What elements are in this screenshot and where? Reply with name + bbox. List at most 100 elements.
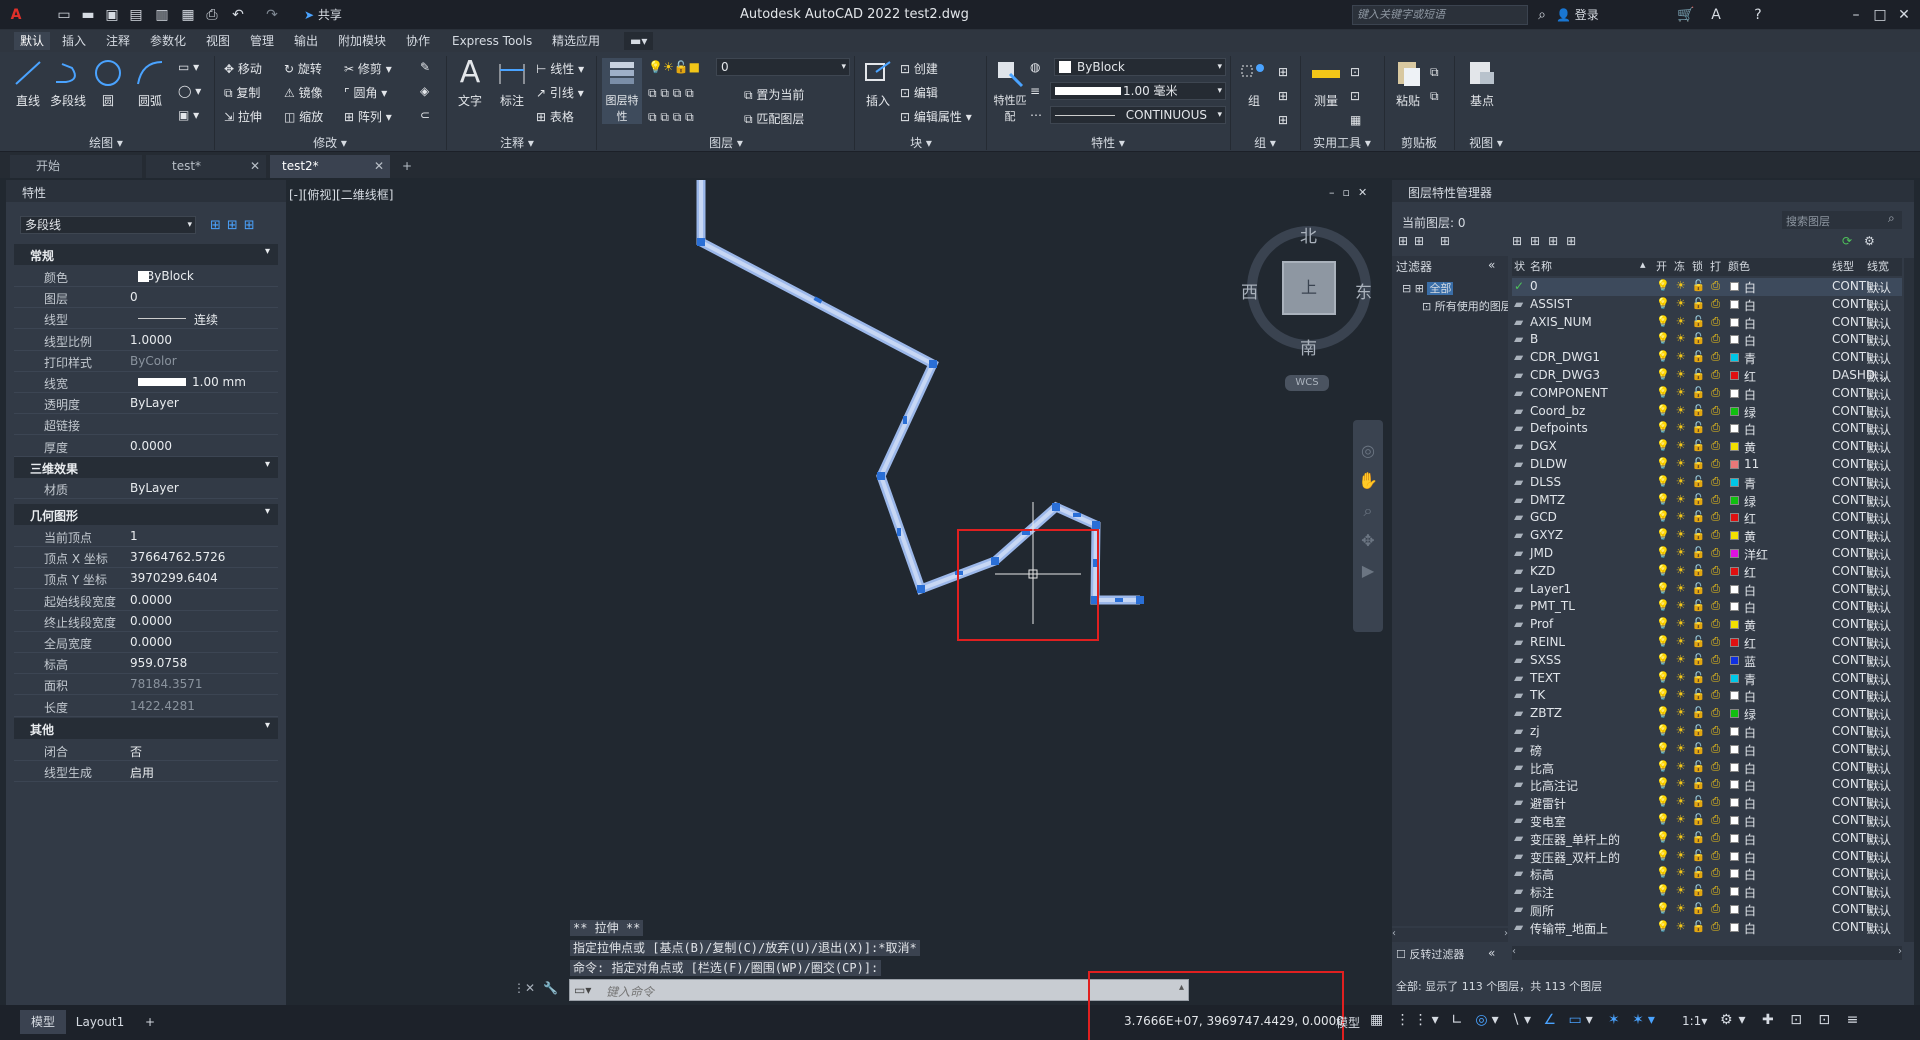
app-menu-icon[interactable]: A [6,5,26,25]
tab-annotate[interactable]: 注释 [100,32,136,50]
layer-lineweight[interactable]: 默认 [1867,724,1891,741]
layer-row[interactable]: ▰ 变电室 💡☀🔓⎙ 白 CONTI... 默认 [1512,812,1902,830]
property-value[interactable]: 1.0000 [130,333,172,347]
tab-more-icon[interactable]: ▬▾ [624,32,654,50]
layer-state-icons[interactable]: 💡☀🔓⎙ [1656,635,1726,649]
layer-state-icons[interactable]: 💡☀🔓⎙ [1656,902,1726,916]
layer-lineweight[interactable]: 默认 [1867,332,1891,349]
drawing-viewport[interactable]: [-][俯视][二维线框] –▫✕ 上 北 南 东 西 WCS ◎ ✋ ⌕ ✥ ▶ **… [289,180,1390,1005]
properties-panel-label[interactable]: 特性 ▾ [988,134,1228,150]
layer-name[interactable]: 标高 [1530,866,1554,883]
layer-row[interactable]: ✓ 0 💡☀🔓⎙ 白 CONTI... 默认 [1512,278,1902,296]
layer-state-icons[interactable]: 💡☀🔓⎙ [1656,777,1726,791]
property-row[interactable]: 线宽 1.00 mm [14,372,278,393]
layer-lineweight[interactable]: 默认 [1867,493,1891,510]
layer-state-icons[interactable]: 💡☀🔓⎙ [1656,315,1726,329]
layer-name[interactable]: JMD [1530,546,1553,560]
grip-points[interactable] [697,238,1144,604]
layer-state-icons[interactable]: 💡☀🔓⎙ [1656,493,1726,507]
property-value[interactable]: 3970299.6404 [130,571,218,585]
layer-name[interactable]: DMTZ [1530,493,1565,507]
layer-color-swatch[interactable] [1730,495,1739,505]
layer-color-swatch[interactable] [1730,620,1739,630]
save-web-icon[interactable]: ▦ [178,5,198,25]
property-value[interactable]: 37664762.5726 [130,550,225,564]
layer-properties-button[interactable]: 图层特性 [602,58,642,124]
tab-default[interactable]: 默认 [14,32,51,50]
property-value[interactable]: 启用 [130,764,154,781]
layer-lineweight[interactable]: 默认 [1867,599,1891,616]
col-linetype[interactable]: 线型 [1832,258,1854,274]
layer-color-swatch[interactable] [1730,744,1739,754]
circle-button[interactable]: 圆 [88,58,128,109]
layer-state-icons[interactable]: 💡☀🔓⎙ [1656,475,1726,489]
move-button[interactable]: ✥ 移动 [224,60,262,77]
new-icon[interactable]: ▭ [54,5,74,25]
property-row[interactable]: 起始线段宽度 0.0000 [14,590,278,611]
layer-row[interactable]: ▰ DMTZ 💡☀🔓⎙ 绿 CONTI... 默认 [1512,492,1902,510]
layer-color-swatch[interactable] [1730,673,1739,683]
layer-color-swatch[interactable] [1730,816,1739,825]
collapse-filters-icon[interactable]: « [1488,258,1495,272]
array-button[interactable]: ⊞ 阵列 ▾ [344,108,392,125]
wcs-menu[interactable]: WCS [1285,375,1329,391]
annotation-panel-label[interactable]: 注释 ▾ [448,134,586,150]
col-freeze[interactable]: 冻 [1674,258,1685,274]
trim-button[interactable]: ✂ 修剪 ▾ [344,60,392,77]
layer-color-swatch[interactable] [1730,762,1739,772]
layer-name[interactable]: TEXT [1530,671,1560,685]
offset-icon[interactable]: ⊂ [420,108,430,122]
layer-name[interactable]: KZD [1530,564,1555,578]
sort-icon[interactable]: ▴ [1640,258,1646,271]
linetype-dropdown[interactable]: CONTINUOUS ▾ [1050,106,1226,124]
property-row[interactable]: 闭合 否 [14,740,278,761]
layer-state-icons[interactable]: 💡☀🔓⎙ [1656,546,1726,560]
fillet-button[interactable]: ⌜ 圆角 ▾ [344,84,387,101]
line-button[interactable]: 直线 [8,58,48,109]
layer-color-swatch[interactable] [1730,727,1739,736]
property-value[interactable]: 1422.4281 [130,699,195,713]
property-row[interactable]: 顶点 X 坐标 37664762.5726 [14,547,278,569]
erase-icon[interactable]: ✎ [420,60,430,74]
layer-state-icons[interactable]: 💡☀🔓⎙ [1656,439,1726,453]
layers-panel-label[interactable]: 图层 ▾ [600,134,852,150]
layer-color-swatch[interactable] [1730,335,1739,345]
layer-row[interactable]: ▰ 避雷针 💡☀🔓⎙ 白 CONTI... 默认 [1512,794,1902,812]
layer-row[interactable]: ▰ B 💡☀🔓⎙ 白 CONTI... 默认 [1512,331,1902,349]
modify-panel-label[interactable]: 修改 ▾ [216,134,444,150]
layer-name[interactable]: 0 [1530,279,1538,293]
model-tab[interactable]: 模型 [20,1010,66,1034]
layer-lineweight[interactable]: 默认 [1867,653,1891,670]
save-as-icon[interactable]: ▤ [126,5,146,25]
layer-color-swatch[interactable] [1730,371,1739,380]
text-button[interactable]: A 文字 [450,58,490,109]
layer-state-icons[interactable]: 💡☀🔓⎙ [1656,510,1726,524]
layer-state-icons[interactable]: 💡☀🔓⎙ [1656,368,1726,382]
mirror-button[interactable]: ⚠ 镜像 [284,84,323,101]
layer-name[interactable]: CDR_DWG1 [1530,350,1600,364]
layer-name[interactable]: ZBTZ [1530,706,1562,720]
layer-lineweight[interactable]: 默认 [1867,688,1891,705]
property-value[interactable]: ByBlock [146,269,194,283]
layer-state-icons[interactable]: 💡☀🔓⎙ [1656,617,1726,631]
misc-section[interactable]: 其他 ▾ [14,718,278,739]
layer-lineweight[interactable]: 默认 [1867,849,1891,866]
layer-lineweight[interactable]: 默认 [1867,813,1891,830]
col-on[interactable]: 开 [1656,258,1667,274]
tab-express-tools[interactable]: Express Tools [446,32,538,50]
tab-manage[interactable]: 管理 [244,32,280,50]
layer-lineweight[interactable]: 默认 [1867,902,1891,919]
layer-row[interactable]: ▰ SXSS 💡☀🔓⎙ 蓝 CONTI... 默认 [1512,652,1902,670]
minimize-icon[interactable]: – [1846,5,1866,25]
object-type-dropdown[interactable]: 多段线 ▾ [20,216,196,234]
arc-button[interactable]: 圆弧 [130,58,170,109]
layer-tools-row2[interactable]: ⧉ ⧉ ⧉ ⧉ [648,110,694,125]
annotation-toggles[interactable]: ✶ ✶▾ [1608,1012,1659,1028]
layer-color-swatch[interactable] [1730,905,1739,914]
layer-name[interactable]: Defpoints [1530,421,1588,435]
layer-color-swatch[interactable] [1730,282,1739,291]
property-row[interactable]: 超链接 [14,414,278,436]
search-input[interactable]: 键入关键字或短语 [1352,5,1528,25]
layer-lineweight[interactable]: 默认 [1867,421,1891,438]
property-row[interactable]: 面积 78184.3571 [14,674,278,696]
